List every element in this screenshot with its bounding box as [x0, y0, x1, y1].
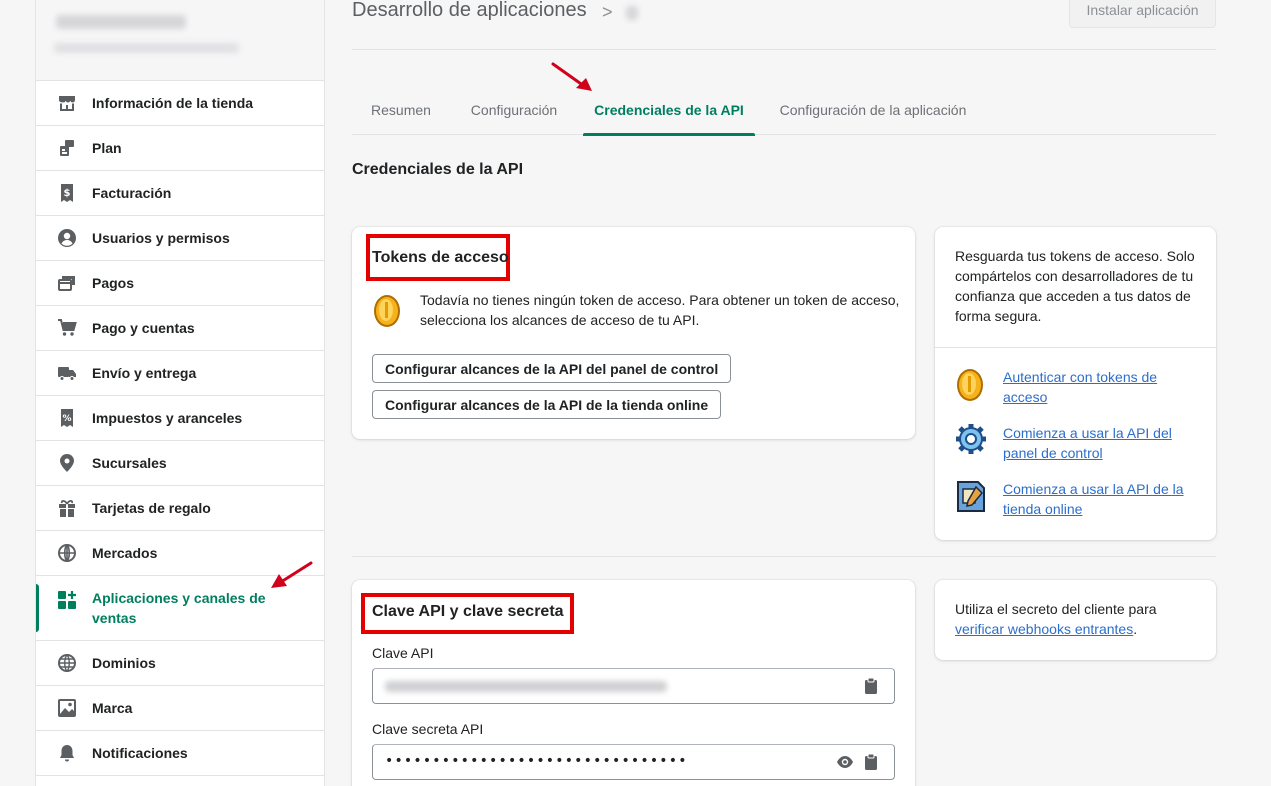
sidebar-item-payments[interactable]: Pagos [36, 261, 324, 306]
configure-admin-scopes-button[interactable]: Configurar alcances de la API del panel … [372, 354, 732, 383]
sidebar-item-label: Plan [92, 140, 122, 156]
gift-icon [56, 497, 78, 519]
help-divider [935, 347, 1216, 348]
sidebar-item-label: Facturación [92, 185, 172, 201]
svg-text:$: $ [64, 188, 71, 199]
settings-sidebar: Información de la tienda Plan $ Facturac… [35, 0, 325, 786]
sidebar-item-taxes[interactable]: % Impuestos y aranceles [36, 396, 324, 441]
secret-key-value: •••••••••••••••••••••••••••••••• [385, 753, 688, 769]
access-tokens-title: Tokens de acceso [372, 249, 509, 266]
bell-icon [56, 742, 78, 764]
globe-markets-icon [56, 542, 78, 564]
sidebar-item-label: Tarjetas de regalo [92, 500, 211, 516]
main-content: Desarrollo de aplicaciones > Instalar ap… [352, 0, 1216, 786]
no-tokens-message: Todavía no tienes ningún token de acceso… [420, 292, 900, 328]
webhook-help-suffix: . [1133, 621, 1138, 637]
storefront-api-link[interactable]: Comienza a usar la API de la tienda onli… [1003, 479, 1193, 519]
api-key-title: Clave API y clave secreta [372, 603, 564, 620]
store-header[interactable] [36, 0, 324, 81]
tab-api-credentials[interactable]: Credenciales de la API [583, 84, 755, 136]
sidebar-item-label: Dominios [92, 655, 156, 671]
sidebar-item-label: Sucursales [92, 455, 167, 471]
clipboard-icon[interactable] [862, 677, 880, 695]
sidebar-item-label: Notificaciones [92, 745, 188, 761]
sidebar-item-brand[interactable]: Marca [36, 686, 324, 731]
sidebar-item-label: Pago y cuentas [92, 320, 195, 336]
configure-storefront-scopes-button[interactable]: Configurar alcances de la API de la tien… [372, 390, 722, 419]
coin-icon [372, 293, 402, 329]
storefront-doc-icon [955, 479, 987, 513]
secret-key-label: Clave secreta API [372, 721, 484, 737]
admin-api-link[interactable]: Comienza a usar la API del panel de cont… [1003, 423, 1193, 463]
sidebar-item-label: Impuestos y aranceles [92, 410, 243, 426]
plan-icon [56, 137, 78, 159]
sidebar-item-label: Envío y entrega [92, 365, 197, 381]
sidebar-item-users[interactable]: Usuarios y permisos [36, 216, 324, 261]
webhook-help-text: Utiliza el secreto del cliente para veri… [955, 599, 1205, 639]
page-header: Desarrollo de aplicaciones > Instalar ap… [352, 0, 1216, 50]
install-app-button[interactable]: Instalar aplicación [1069, 0, 1216, 28]
sidebar-item-label: Información de la tienda [92, 95, 254, 111]
billing-icon: $ [56, 182, 78, 204]
auth-tokens-link[interactable]: Autenticar con tokens de acceso [1003, 367, 1183, 407]
api-key-field[interactable] [372, 668, 895, 704]
api-key-card: Clave API y clave secreta Clave API Clav… [352, 580, 915, 786]
tab-overview[interactable]: Resumen [352, 84, 450, 135]
sidebar-item-domains[interactable]: Dominios [36, 641, 324, 686]
section-title: Credenciales de la API [352, 161, 524, 178]
sidebar-item-checkout[interactable]: Pago y cuentas [36, 306, 324, 351]
svg-text:%: % [62, 414, 71, 424]
secret-key-field[interactable]: •••••••••••••••••••••••••••••••• [372, 744, 895, 780]
sidebar-item-label: Pagos [92, 275, 135, 291]
annotation-arrow-sidebar [271, 561, 313, 588]
sidebar-item-label: Marca [92, 700, 133, 716]
domains-icon [56, 652, 78, 674]
store-icon [56, 92, 78, 114]
breadcrumb-chevron-icon: > [602, 2, 613, 22]
page-title: Desarrollo de aplicaciones [352, 0, 587, 21]
tab-app-setup[interactable]: Configuración de la aplicación [767, 84, 979, 135]
api-key-value-blurred [385, 681, 667, 692]
sidebar-item-store-info[interactable]: Información de la tienda [36, 81, 324, 126]
store-url-blurred [54, 43, 239, 53]
section-divider [352, 556, 1216, 557]
sidebar-item-notifications[interactable]: Notificaciones [36, 731, 324, 776]
sidebar-item-label: Usuarios y permisos [92, 230, 230, 246]
sidebar-item-label: Mercados [92, 545, 158, 561]
payments-icon [56, 272, 78, 294]
sidebar-item-plan[interactable]: Plan [36, 126, 324, 171]
app-name-blurred [626, 6, 638, 20]
tokens-help-card: Resguarda tus tokens de acceso. Solo com… [935, 227, 1216, 540]
truck-icon [56, 362, 78, 384]
sidebar-item-locations[interactable]: Sucursales [36, 441, 324, 486]
api-key-label: Clave API [372, 645, 434, 661]
cart-icon [56, 317, 78, 339]
apps-icon [56, 589, 78, 611]
access-tokens-card: Tokens de acceso Todavía no tienes ningú… [352, 227, 915, 439]
sidebar-item-billing[interactable]: $ Facturación [36, 171, 324, 216]
sidebar-item-shipping[interactable]: Envío y entrega [36, 351, 324, 396]
tokens-help-text: Resguarda tus tokens de acceso. Solo com… [955, 248, 1195, 324]
annotation-arrow-tab [551, 62, 592, 91]
location-icon [56, 452, 78, 474]
clipboard-icon[interactable] [862, 753, 880, 771]
store-name-blurred [56, 15, 186, 29]
webhook-help-prefix: Utiliza el secreto del cliente para [955, 601, 1157, 617]
webhook-help-card: Utiliza el secreto del cliente para veri… [935, 580, 1216, 660]
tax-icon: % [56, 407, 78, 429]
coin-icon [955, 367, 985, 403]
brand-icon [56, 697, 78, 719]
eye-icon[interactable] [836, 753, 854, 771]
verify-webhooks-link[interactable]: verificar webhooks entrantes [955, 621, 1133, 637]
app-tabs: Resumen Configuración Credenciales de la… [352, 84, 1216, 136]
user-icon [56, 227, 78, 249]
sidebar-item-gift-cards[interactable]: Tarjetas de regalo [36, 486, 324, 531]
gear-icon [955, 423, 987, 455]
sidebar-item-label: Aplicaciones y canales de ventas [92, 590, 266, 626]
